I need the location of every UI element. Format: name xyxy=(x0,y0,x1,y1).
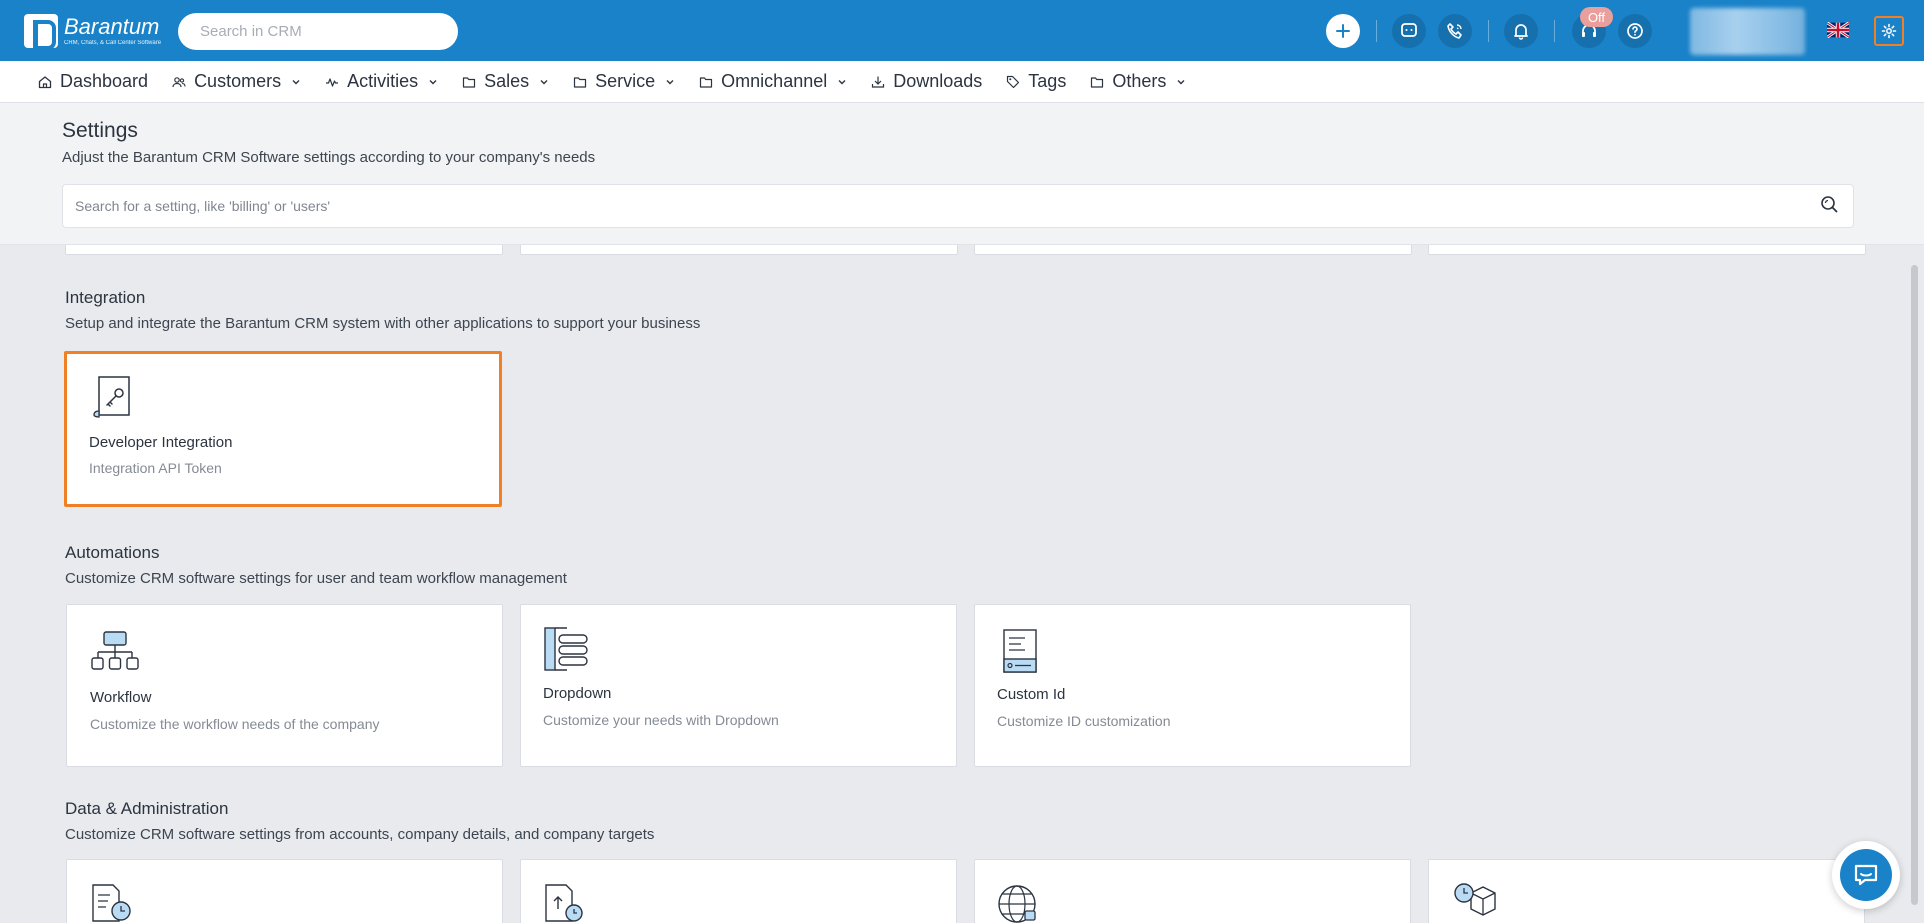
card-description: Customize the workflow needs of the comp… xyxy=(90,716,380,732)
message-icon xyxy=(1401,23,1417,37)
nav-label: Activities xyxy=(347,71,419,91)
divider xyxy=(1554,20,1555,42)
notifications-button[interactable] xyxy=(1504,14,1538,48)
chevron-down-icon xyxy=(1176,77,1186,87)
card-title: Dropdown xyxy=(543,685,612,702)
section-title-automations: Automations xyxy=(65,543,160,562)
globe-lock-icon xyxy=(998,885,1036,923)
crm-search-input[interactable] xyxy=(178,13,458,50)
user-profile-button[interactable] xyxy=(1690,8,1805,55)
nav-sales[interactable]: Sales xyxy=(462,71,549,92)
brand-logo[interactable]: Barantum CRM, Chats, & Call Center Softw… xyxy=(24,13,162,50)
page-subtitle: Adjust the Barantum CRM Software setting… xyxy=(62,149,596,166)
workflow-hierarchy-icon xyxy=(91,631,139,670)
card-description: Integration API Token xyxy=(89,460,222,476)
section-subtitle-automations: Customize CRM software settings for user… xyxy=(65,570,567,587)
nav-customers[interactable]: Customers xyxy=(172,71,301,92)
uk-flag-icon[interactable] xyxy=(1827,22,1849,38)
activity-icon xyxy=(325,75,339,89)
home-icon xyxy=(38,75,52,89)
users-icon xyxy=(172,75,186,89)
main-nav: Dashboard Customers Activities Sales Ser… xyxy=(0,61,1924,103)
section-subtitle-data-administration: Customize CRM software settings from acc… xyxy=(65,826,655,843)
dropdown-list-icon xyxy=(544,627,588,671)
tag-icon xyxy=(1006,75,1020,89)
gear-icon xyxy=(1881,23,1897,39)
section-title-data-administration: Data & Administration xyxy=(65,799,229,818)
nav-dashboard[interactable]: Dashboard xyxy=(38,71,148,92)
section-subtitle-integration: Setup and integrate the Barantum CRM sys… xyxy=(65,315,701,332)
chevron-down-icon xyxy=(428,77,438,87)
card-title: Custom Id xyxy=(997,686,1066,703)
brand-name: Barantum xyxy=(64,14,160,39)
page-title: Settings xyxy=(62,119,138,142)
card-data-admin-1[interactable] xyxy=(66,859,503,923)
card-description: Customize ID customization xyxy=(997,713,1171,729)
nav-others[interactable]: Others xyxy=(1090,71,1186,92)
add-button[interactable] xyxy=(1326,14,1360,48)
card-custom-id[interactable]: Custom Id Customize ID customization xyxy=(974,604,1411,767)
nav-label: Others xyxy=(1112,71,1167,91)
brand-logo-mark xyxy=(24,14,58,50)
help-button[interactable] xyxy=(1618,14,1652,48)
card-workflow[interactable]: Workflow Customize the workflow needs of… xyxy=(66,604,503,767)
chevron-down-icon xyxy=(291,77,301,87)
card-data-admin-4[interactable] xyxy=(1428,859,1865,923)
phone-icon xyxy=(1447,23,1462,39)
settings-header: Settings Adjust the Barantum CRM Softwar… xyxy=(0,103,1924,245)
folder-icon xyxy=(1090,75,1104,89)
nav-service[interactable]: Service xyxy=(573,71,675,92)
search-icon[interactable] xyxy=(1820,195,1838,213)
divider xyxy=(1376,20,1377,42)
document-clock-icon xyxy=(92,884,131,922)
divider xyxy=(1488,20,1489,42)
section-title-integration: Integration xyxy=(65,288,146,307)
chat-bubble-icon xyxy=(1854,864,1878,886)
card-description: Customize your needs with Dropdown xyxy=(543,712,779,728)
help-icon xyxy=(1627,23,1643,39)
brand-tagline: CRM, Chats, & Call Center Software xyxy=(64,40,162,46)
bell-icon xyxy=(1514,24,1528,40)
nav-tags[interactable]: Tags xyxy=(1006,71,1066,92)
card-data-admin-2[interactable] xyxy=(520,859,957,923)
card-developer-integration[interactable]: Developer Integration Integration API To… xyxy=(64,351,502,507)
card-title: Workflow xyxy=(90,689,152,706)
top-bar: Barantum CRM, Chats, & Call Center Softw… xyxy=(0,0,1924,61)
download-icon xyxy=(871,75,885,89)
folder-icon xyxy=(699,75,713,89)
box-clock-icon xyxy=(1454,883,1496,916)
card-data-admin-3[interactable] xyxy=(974,859,1411,923)
nav-label: Downloads xyxy=(893,71,983,91)
upload-document-icon xyxy=(545,884,583,922)
nav-label: Dashboard xyxy=(60,71,149,91)
card-title: Developer Integration xyxy=(89,434,233,451)
id-card-icon xyxy=(1003,629,1037,673)
nav-omnichannel[interactable]: Omnichannel xyxy=(699,71,847,92)
nav-label: Omnichannel xyxy=(721,71,828,91)
nav-label: Service xyxy=(595,71,656,91)
chevron-down-icon xyxy=(665,77,675,87)
nav-label: Tags xyxy=(1028,71,1067,91)
chevron-down-icon xyxy=(539,77,549,87)
call-button[interactable] xyxy=(1438,14,1472,48)
plus-icon xyxy=(1336,24,1350,38)
api-key-document-icon xyxy=(93,376,130,418)
folder-icon xyxy=(462,75,476,89)
nav-activities[interactable]: Activities xyxy=(325,71,438,92)
chat-button[interactable] xyxy=(1392,14,1426,48)
nav-label: Customers xyxy=(194,71,282,91)
page-scrollbar[interactable] xyxy=(1911,265,1918,905)
nav-label: Sales xyxy=(484,71,530,91)
settings-search-input[interactable] xyxy=(62,184,1854,228)
nav-downloads[interactable]: Downloads xyxy=(871,71,982,92)
chevron-down-icon xyxy=(837,77,847,87)
settings-button[interactable] xyxy=(1874,16,1904,46)
folder-icon xyxy=(573,75,587,89)
status-badge: Off xyxy=(1580,7,1613,27)
card-dropdown[interactable]: Dropdown Customize your needs with Dropd… xyxy=(520,604,957,767)
live-chat-button[interactable] xyxy=(1832,841,1900,909)
